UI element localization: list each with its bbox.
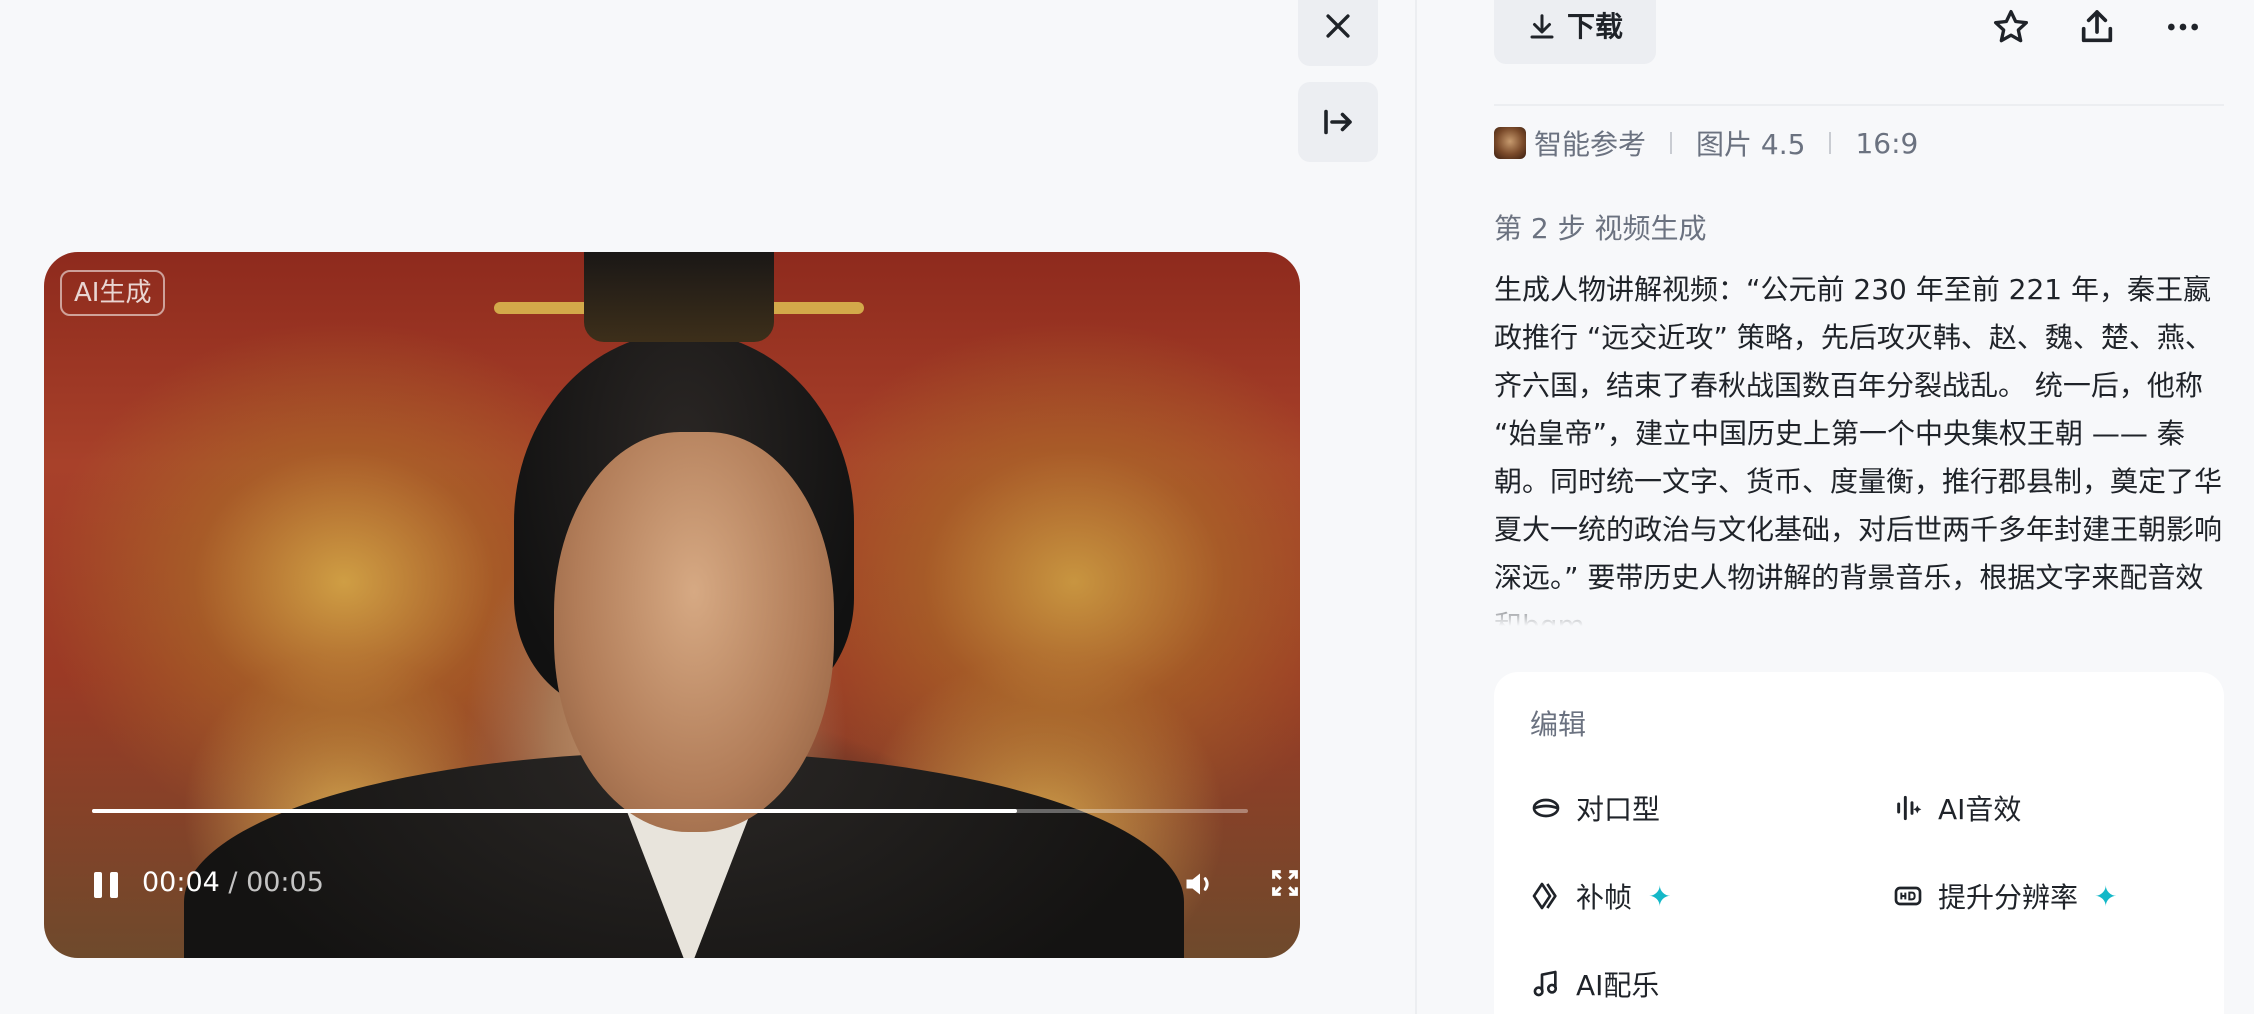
video-frame-face [554,432,834,832]
edit-card: 编辑 对口型 AI音效 补帧 ✦ 提升分辨率 ✦ AI配乐 [1494,672,2224,1014]
more-icon [2168,23,2198,31]
upscale-resolution-label: 提升分辨率 [1938,881,2079,914]
generation-meta: 智能参考 图片 4.5 16:9 [1494,124,1918,162]
pause-button[interactable] [92,868,122,898]
sparkle-icon: ✦ [1648,879,1672,913]
model-label: 图片 4.5 [1696,128,1806,161]
more-button[interactable] [2162,6,2204,48]
video-player[interactable]: AI生成 00:04 / 00:05 [44,252,1300,958]
reference-label: 智能参考 [1534,128,1647,161]
collapse-panel-icon [1324,109,1352,135]
frame-interpolation-icon [1532,882,1557,910]
close-icon [1326,14,1350,38]
favorite-button[interactable] [1990,6,2032,48]
share-button[interactable] [2076,6,2118,48]
ai-sound-effect-button[interactable]: AI音效 [1892,788,2021,828]
download-label: 下载 [1566,10,1623,43]
pause-icon [94,872,102,898]
collapse-panel-button[interactable] [1298,82,1378,162]
panel-divider [1415,0,1417,1014]
volume-icon [1186,873,1209,895]
prompt-description: 生成人物讲解视频：“公元前 230 年至前 221 年，秦王嬴政推行 “远交近攻… [1494,273,2223,626]
close-button[interactable] [1298,0,1378,66]
video-progress-fill [92,809,1017,813]
frame-interpolation-label: 补帧 [1576,881,1633,914]
edit-title: 编辑 [1530,708,1587,741]
current-time: 00:04 [142,867,220,898]
lip-sync-button[interactable]: 对口型 [1530,788,1660,828]
video-progress-bar[interactable] [92,809,1248,813]
music-note-icon [1533,970,1558,997]
volume-button[interactable] [1182,866,1218,902]
upscale-resolution-button[interactable]: 提升分辨率 ✦ [1892,876,2117,916]
detail-panel: 下载 智能参考 图片 4.5 16:9 第 2 步 视频生成 生成人物讲解视频：… [1494,0,2224,1014]
header-divider [1494,104,2224,106]
hd-icon [1894,886,1922,906]
ai-generated-badge: AI生成 [60,270,166,316]
lip-sync-icon [1532,798,1560,818]
ai-music-button[interactable]: AI配乐 [1530,964,1659,1004]
sparkle-icon: ✦ [2094,879,2118,913]
share-icon [2081,10,2113,43]
download-icon [1530,14,1554,39]
description-fade [1494,590,2224,630]
sound-effect-icon [1897,795,1922,821]
video-detail-page: AI生成 00:04 / 00:05 下载 智能参考 图片 4.5 16:9 第… [0,0,2254,1014]
download-button[interactable]: 下载 [1494,0,1656,64]
meta-separator [1829,132,1832,154]
lip-sync-label: 对口型 [1576,793,1661,826]
duration: 00:05 [246,867,324,898]
ai-sound-effect-label: AI音效 [1938,793,2022,826]
reference-thumbnail [1494,127,1526,159]
ai-music-label: AI配乐 [1576,969,1660,1002]
video-time: 00:04 / 00:05 [142,866,324,900]
star-icon [1994,10,2028,43]
frame-interpolation-button[interactable]: 补帧 ✦ [1530,876,1671,916]
step-title: 第 2 步 视频生成 [1494,212,1707,245]
video-controls: 00:04 / 00:05 [92,864,1298,912]
video-frame-crown [584,252,774,342]
aspect-ratio-label: 16:9 [1855,126,1919,160]
meta-separator [1670,132,1673,154]
time-separator: / [219,867,247,898]
fullscreen-button[interactable] [1268,866,1300,902]
fullscreen-icon [1272,870,1298,896]
